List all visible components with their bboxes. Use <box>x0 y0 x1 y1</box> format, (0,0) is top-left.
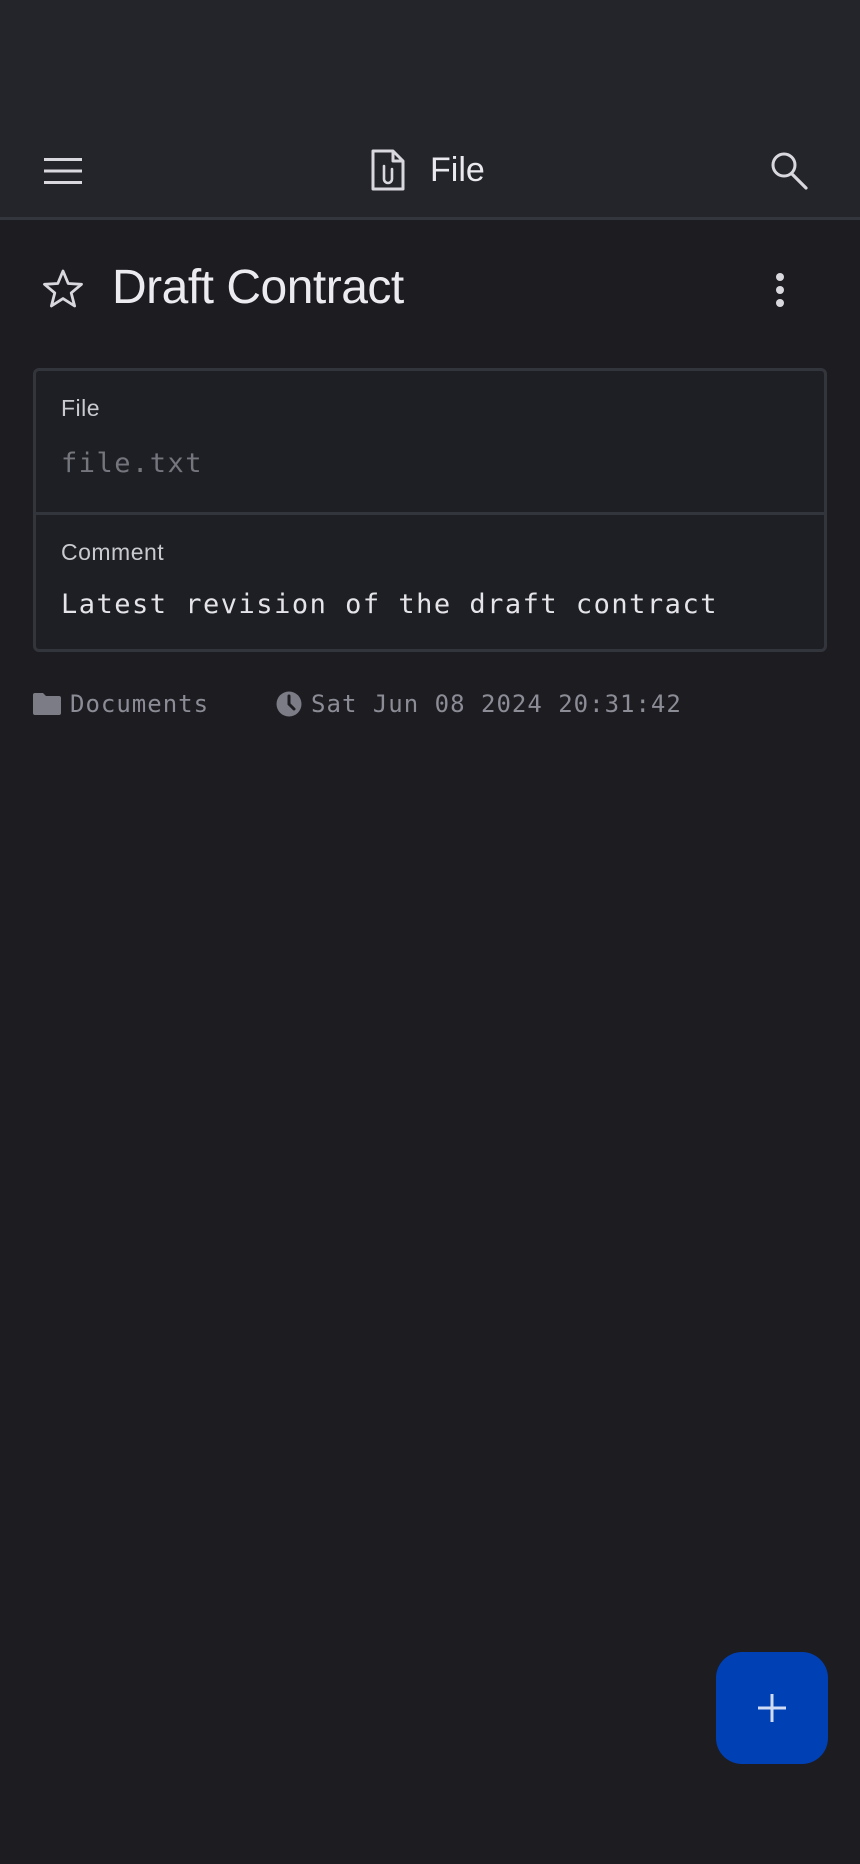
star-outline-icon <box>43 269 83 308</box>
status-bar-area <box>0 0 860 120</box>
appbar-title-group: File <box>370 146 485 194</box>
note-fields-card: File file.txt Comment Latest revision of… <box>33 368 827 652</box>
plus-icon <box>758 1694 786 1722</box>
comment-field-label: Comment <box>61 539 165 565</box>
note-header: Draft Contract <box>0 224 860 350</box>
note-title: Draft Contract <box>112 261 404 314</box>
search-icon <box>771 152 808 190</box>
modified-date-text: Sat Jun 08 2024 20:31:42 <box>311 690 682 718</box>
folder-name: Documents <box>70 690 210 718</box>
file-field-placeholder[interactable]: file.txt <box>61 448 203 479</box>
top-app-bar: File <box>0 120 860 220</box>
comment-field[interactable]: Comment Latest revision of the draft con… <box>36 512 824 653</box>
menu-button[interactable] <box>30 142 96 200</box>
file-field-label: File <box>61 395 101 421</box>
hamburger-menu-icon <box>44 158 82 184</box>
search-button[interactable] <box>756 140 822 202</box>
modified-date: Sat Jun 08 2024 20:31:42 <box>275 690 682 718</box>
appbar-title: File <box>430 150 485 189</box>
more-options-button[interactable] <box>756 262 804 318</box>
more-vertical-icon <box>776 273 784 307</box>
clock-icon <box>276 691 302 717</box>
file-attachment-icon <box>371 149 405 191</box>
note-metadata: Documents Sat Jun 08 2024 20:31:42 <box>32 686 682 722</box>
file-field[interactable]: File file.txt <box>36 371 824 512</box>
add-button[interactable] <box>716 1652 828 1764</box>
favorite-button[interactable] <box>38 264 88 314</box>
folder-icon <box>33 693 61 715</box>
folder-link[interactable]: Documents <box>32 690 209 718</box>
comment-field-value[interactable]: Latest revision of the draft contract <box>61 589 718 620</box>
